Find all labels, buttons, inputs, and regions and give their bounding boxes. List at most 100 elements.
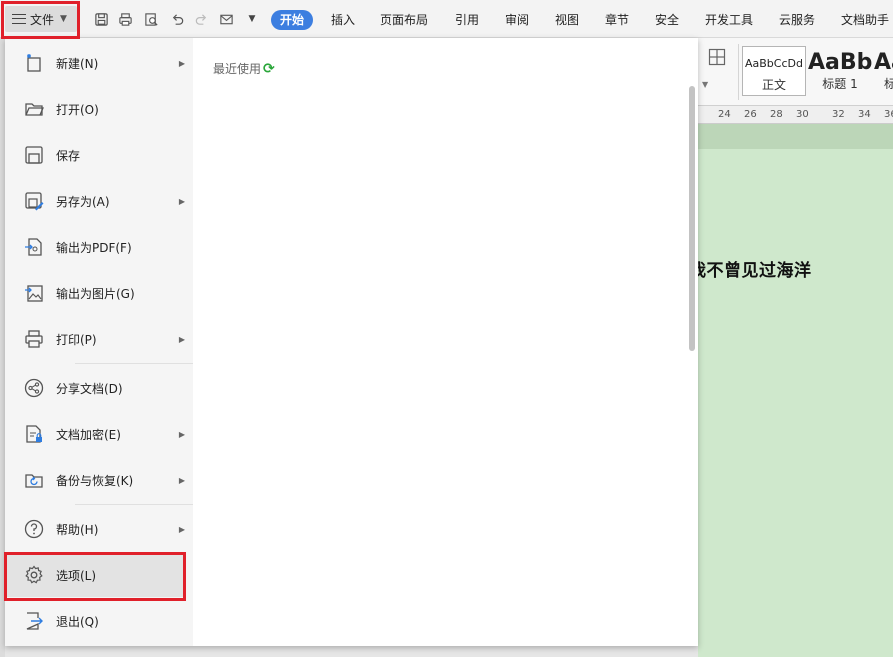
menu-item-label: 输出为PDF(F) [56, 240, 132, 255]
submenu-arrow-icon: ▶ [178, 196, 185, 206]
style-heading-1[interactable]: AaBb 标题 1 [808, 46, 872, 96]
style-heading-2-preview: Aa [874, 50, 893, 75]
file-menu-button[interactable]: 文件 ▼ [5, 6, 77, 32]
print-icon[interactable] [117, 11, 133, 27]
ruler-tick: 36 [884, 109, 893, 120]
submenu-arrow-icon: ▶ [178, 475, 185, 485]
menu-item-backup[interactable]: 备份与恢复(K) ▶ [5, 458, 193, 502]
menu-item-save[interactable]: 保存 [5, 133, 193, 177]
menu-item-label: 新建(N) [56, 56, 99, 71]
menu-item-label: 选项(L) [56, 568, 97, 583]
menu-item-label: 打印(P) [56, 332, 97, 347]
ruler-tick: 34 [858, 109, 871, 120]
tab-page-layout[interactable]: 页面布局 [380, 10, 428, 30]
save-icon[interactable] [93, 11, 109, 27]
menu-item-export-pdf[interactable]: 输出为PDF(F) [5, 225, 193, 269]
menu-item-export-image[interactable]: 输出为图片(G) [5, 271, 193, 315]
menu-item-print[interactable]: 打印(P) ▶ [5, 317, 193, 361]
dropdown-icon[interactable]: ▼ [244, 11, 260, 27]
submenu-arrow-icon: ▶ [178, 524, 185, 534]
file-menu-commands: 新建(N) ▶ 打开(O) 保存 另存为(A) ▶ 输出为PDF(F) 输出为图… [5, 38, 193, 646]
expand-arrow-icon[interactable]: ▼ [702, 80, 708, 89]
save-as-icon [23, 190, 45, 212]
menu-item-label: 退出(Q) [56, 614, 99, 629]
tab-developer[interactable]: 开发工具 [705, 10, 753, 30]
menu-item-save-as[interactable]: 另存为(A) ▶ [5, 179, 193, 223]
file-menu-dropdown: 新建(N) ▶ 打开(O) 保存 另存为(A) ▶ 输出为PDF(F) 输出为图… [5, 38, 698, 646]
menu-item-share[interactable]: 分享文档(D) [5, 366, 193, 410]
tab-security[interactable]: 安全 [655, 10, 679, 30]
tab-cloud-services[interactable]: 云服务 [779, 10, 815, 30]
recent-label: 最近使用 [213, 62, 262, 76]
menu-item-exit[interactable]: 退出(Q) [5, 599, 193, 643]
ruler-tick: 26 [744, 109, 757, 120]
menu-separator [75, 363, 193, 364]
ribbon-divider [738, 44, 739, 100]
share-icon [23, 377, 45, 399]
menu-item-label: 分享文档(D) [56, 381, 123, 396]
exit-icon [23, 610, 45, 632]
undo-icon[interactable] [169, 11, 185, 27]
menu-item-label: 输出为图片(G) [56, 286, 135, 301]
chevron-down-icon: ▼ [60, 14, 67, 24]
ribbon-styles: ▼ AaBbCcDd 正文 AaBb 标题 1 Aa 标 [698, 38, 893, 106]
gear-icon [23, 564, 45, 586]
submenu-arrow-icon: ▶ [178, 334, 185, 344]
submenu-arrow-icon: ▶ [178, 429, 185, 439]
refresh-icon[interactable]: ⟳ [263, 61, 275, 77]
menu-item-label: 保存 [56, 148, 81, 163]
ruler-tick: 32 [832, 109, 845, 120]
menu-item-new[interactable]: 新建(N) ▶ [5, 41, 193, 85]
submenu-arrow-icon: ▶ [178, 58, 185, 68]
recent-header: 最近使用 ⟳ [213, 60, 275, 77]
menu-item-label: 文档加密(E) [56, 427, 121, 442]
folder-open-icon [23, 98, 45, 120]
file-menu-label: 文件 [30, 12, 55, 27]
tab-references[interactable]: 引用 [455, 10, 479, 30]
menu-item-label: 另存为(A) [56, 194, 110, 209]
redo-icon[interactable] [193, 11, 209, 27]
style-heading-1-preview: AaBb [808, 50, 873, 75]
ruler-tick: 28 [770, 109, 783, 120]
document-text[interactable]: 我不曾见过海洋 [689, 256, 812, 281]
page-top-margin [698, 124, 893, 149]
menu-bar: 文件 ▼ ▼ 开始 插入 页面布局 引用 审阅 视图 章节 安全 开发工具 云服… [0, 0, 893, 38]
tab-view[interactable]: 视图 [555, 10, 579, 30]
mail-icon[interactable] [218, 11, 234, 27]
menu-item-label: 帮助(H) [56, 522, 99, 537]
tab-review[interactable]: 审阅 [505, 10, 529, 30]
tab-start[interactable]: 开始 [271, 10, 314, 30]
menu-separator [75, 504, 193, 505]
help-icon [23, 518, 45, 540]
recent-documents-pane: 最近使用 ⟳ [193, 38, 698, 646]
menu-item-open[interactable]: 打开(O) [5, 87, 193, 131]
style-heading-2[interactable]: Aa 标 [874, 46, 893, 96]
style-heading-2-label: 标 [884, 77, 893, 91]
menu-item-options[interactable]: 选项(L) [5, 553, 186, 597]
document-canvas[interactable] [698, 124, 893, 657]
export-pdf-icon [23, 236, 45, 258]
style-heading-1-label: 标题 1 [822, 77, 858, 91]
menu-item-encrypt[interactable]: 文档加密(E) ▶ [5, 412, 193, 456]
print-icon [23, 328, 45, 350]
hamburger-icon [12, 14, 26, 24]
recent-scrollbar[interactable] [689, 86, 695, 351]
print-preview-icon[interactable] [143, 11, 159, 27]
tab-doc-assistant[interactable]: 文档助手 [841, 10, 889, 30]
style-normal[interactable]: AaBbCcDd 正文 [742, 46, 806, 96]
menu-item-help[interactable]: 帮助(H) ▶ [5, 507, 193, 551]
ruler-tick: 30 [796, 109, 809, 120]
menu-item-label: 备份与恢复(K) [56, 473, 134, 488]
tab-insert[interactable]: 插入 [331, 10, 355, 30]
menu-item-label: 打开(O) [56, 102, 99, 117]
save-icon [23, 144, 45, 166]
horizontal-ruler: 24 26 28 30 32 34 36 [698, 106, 893, 124]
table-icon[interactable] [708, 48, 726, 66]
ruler-tick: 24 [718, 109, 731, 120]
backup-icon [23, 469, 45, 491]
new-doc-icon [23, 52, 45, 74]
style-normal-label: 正文 [761, 78, 786, 92]
export-image-icon [23, 282, 45, 304]
style-normal-preview: AaBbCcDd [745, 57, 803, 70]
tab-sections[interactable]: 章节 [605, 10, 629, 30]
